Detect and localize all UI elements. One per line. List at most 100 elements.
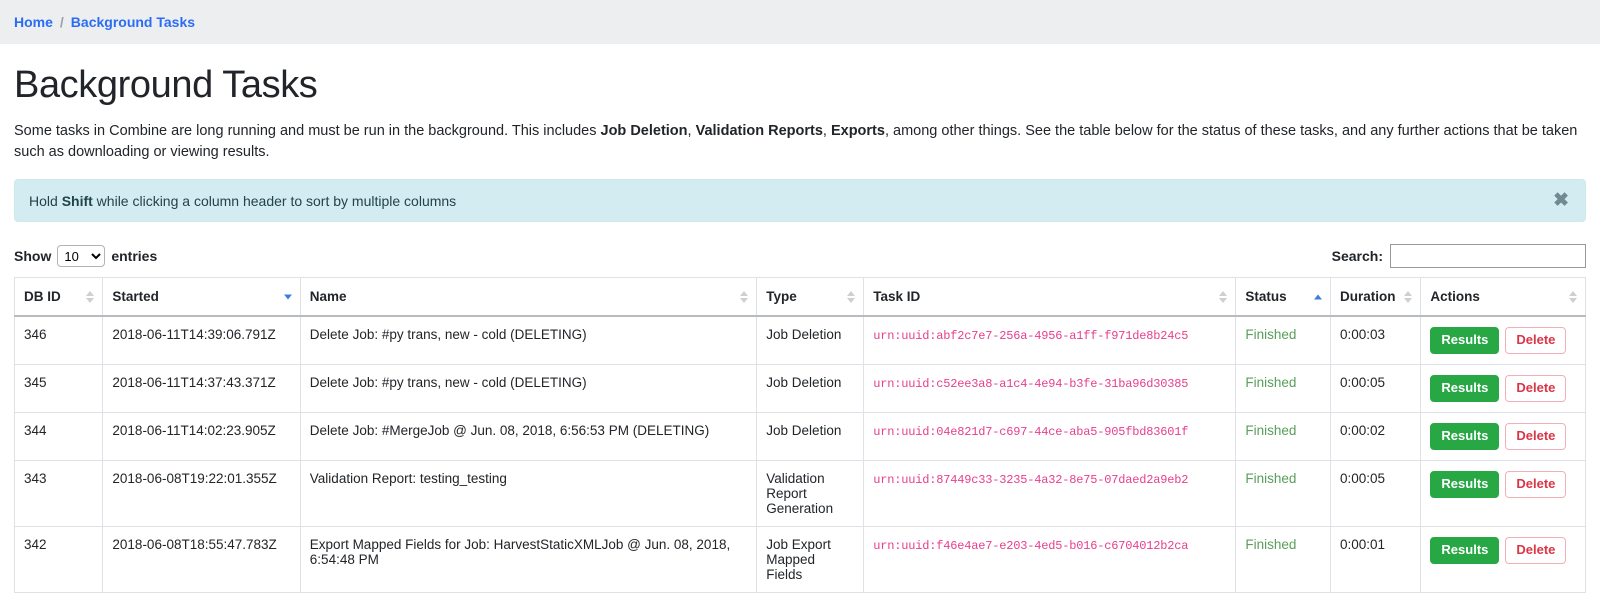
table-row: 346 2018-06-11T14:39:06.791Z Delete Job: #… <box>14 316 1586 365</box>
cell-duration: 0:00:03 <box>1330 316 1422 365</box>
delete-button[interactable]: Delete <box>1505 536 1567 564</box>
column-header-started[interactable]: Started <box>102 277 301 318</box>
sort-none-icon[interactable] <box>740 290 749 303</box>
column-header-label: Duration <box>1339 289 1396 305</box>
column-header-label: Actions <box>1430 289 1480 305</box>
cell-db-id: 344 <box>14 412 104 461</box>
column-header-label: Type <box>766 289 797 305</box>
results-button[interactable]: Results <box>1430 536 1500 564</box>
search-label: Search: <box>1331 248 1383 265</box>
cell-task-id: urn:uuid:c52ee3a8-a1c4-4e94-b3fe-31ba96d… <box>863 364 1237 413</box>
cell-type: Job Deletion <box>756 364 865 413</box>
cell-name: Delete Job: #py trans, new - cold (DELET… <box>300 316 758 365</box>
cell-status: Finished <box>1235 460 1331 527</box>
results-button[interactable]: Results <box>1430 422 1500 450</box>
desc-part-3: , <box>822 123 831 139</box>
breadcrumb-separator: / <box>59 14 64 30</box>
cell-started: 2018-06-08T19:22:01.355Z <box>102 460 301 527</box>
table-row: 342 2018-06-08T18:55:47.783Z Export Mapped… <box>14 526 1586 593</box>
column-header-task-id[interactable]: Task ID <box>863 277 1237 318</box>
cell-status-text: Finished <box>1245 422 1297 438</box>
cell-task-id-text: urn:uuid:abf2c7e7-256a-4956-a1ff-f971de8… <box>873 329 1189 344</box>
cell-started: 2018-06-11T14:37:43.371Z <box>102 364 301 413</box>
column-header-status[interactable]: Status <box>1235 277 1331 318</box>
desc-bold-job-deletion: Job Deletion <box>600 123 688 139</box>
delete-button[interactable]: Delete <box>1505 422 1567 450</box>
cell-task-id-text: urn:uuid:04e821d7-c697-44ce-aba5-905fbd8… <box>873 424 1189 439</box>
cell-status-text: Finished <box>1245 327 1297 343</box>
show-label: Show <box>14 248 52 265</box>
table-header: DB ID Started Name Type Task ID Status Duratio… <box>14 277 1586 318</box>
cell-status: Finished <box>1235 526 1331 593</box>
column-header-label: DB ID <box>24 289 61 305</box>
cell-db-id: 342 <box>14 526 104 593</box>
results-button[interactable]: Results <box>1430 327 1500 354</box>
close-icon[interactable]: ✖ <box>1551 191 1571 210</box>
cell-actions: Results Delete <box>1420 412 1586 461</box>
alert-prefix: Hold <box>29 192 62 209</box>
entries-label: entries <box>111 248 158 265</box>
cell-db-id: 346 <box>14 316 104 365</box>
search-control: Search: <box>1331 244 1586 269</box>
desc-bold-validation-reports: Validation Reports <box>695 123 823 139</box>
sort-ascending-icon[interactable] <box>1313 294 1322 300</box>
delete-button[interactable]: Delete <box>1505 327 1567 354</box>
column-header-label: Task ID <box>873 289 921 305</box>
alert-shift-key: Shift <box>61 192 93 209</box>
cell-actions: Results Delete <box>1420 364 1586 413</box>
cell-task-id: urn:uuid:87449c33-3235-4a32-8e75-07daed2… <box>863 460 1237 527</box>
column-header-db-id[interactable]: DB ID <box>14 277 104 318</box>
delete-button[interactable]: Delete <box>1505 470 1567 498</box>
cell-started: 2018-06-08T18:55:47.783Z <box>102 526 301 593</box>
column-header-type[interactable]: Type <box>756 277 865 318</box>
cell-name: Delete Job: #MergeJob @ Jun. 08, 2018, 6… <box>300 412 758 461</box>
sort-none-icon[interactable] <box>1569 290 1577 303</box>
sort-none-icon[interactable] <box>847 290 856 303</box>
column-header-duration[interactable]: Duration <box>1330 277 1422 318</box>
column-header-name[interactable]: Name <box>300 277 758 318</box>
entries-length-control: Show 102550100 entries <box>14 245 158 268</box>
table-header-row: DB ID Started Name Type Task ID Status Duratio… <box>14 277 1586 318</box>
breadcrumb-link-home[interactable]: Home <box>14 14 53 30</box>
sort-hint-alert: Hold Shift while clicking a column heade… <box>14 179 1586 223</box>
table-row: 343 2018-06-08T19:22:01.355Z Validation Re… <box>14 460 1586 527</box>
cell-status: Finished <box>1235 412 1331 461</box>
cell-duration: 0:00:01 <box>1330 526 1422 593</box>
cell-status-text: Finished <box>1245 536 1297 552</box>
desc-part-1: Some tasks in Combine are long running a… <box>14 123 601 139</box>
sort-descending-icon[interactable] <box>283 294 292 300</box>
sort-none-icon[interactable] <box>1404 290 1413 303</box>
cell-duration: 0:00:05 <box>1330 460 1422 527</box>
breadcrumb-link-background-tasks[interactable]: Background Tasks <box>71 14 195 30</box>
cell-task-id: urn:uuid:abf2c7e7-256a-4956-a1ff-f971de8… <box>863 316 1237 365</box>
sort-hint-text: Hold Shift while clicking a column heade… <box>29 193 456 209</box>
delete-button[interactable]: Delete <box>1505 374 1567 402</box>
cell-status: Finished <box>1235 364 1331 413</box>
sort-none-icon[interactable] <box>1219 290 1228 303</box>
table-row: 345 2018-06-11T14:37:43.371Z Delete Job: #… <box>14 364 1586 413</box>
search-input[interactable] <box>1390 244 1586 269</box>
cell-task-id: urn:uuid:04e821d7-c697-44ce-aba5-905fbd8… <box>863 412 1237 461</box>
table-body: 346 2018-06-11T14:39:06.791Z Delete Job: #… <box>14 316 1586 593</box>
cell-status: Finished <box>1235 316 1331 365</box>
cell-status-text: Finished <box>1245 470 1297 486</box>
cell-type: Job Deletion <box>756 316 865 365</box>
column-header-label: Started <box>112 289 159 305</box>
cell-db-id: 343 <box>14 460 104 527</box>
background-tasks-table: DB ID Started Name Type Task ID Status Duratio… <box>14 277 1586 593</box>
cell-name: Validation Report: testing_testing <box>300 460 758 527</box>
cell-name: Delete Job: #py trans, new - cold (DELET… <box>300 364 758 413</box>
entries-per-page-select[interactable]: 102550100 <box>57 245 106 268</box>
table-row: 344 2018-06-11T14:02:23.905Z Delete Job: #… <box>14 412 1586 461</box>
cell-type: Job Deletion <box>756 412 865 461</box>
breadcrumb: Home / Background Tasks <box>0 0 1600 44</box>
results-button[interactable]: Results <box>1430 470 1500 498</box>
sort-none-icon[interactable] <box>86 290 95 303</box>
column-header-label: Name <box>309 289 347 305</box>
desc-bold-exports: Exports <box>830 123 885 139</box>
cell-task-id: urn:uuid:f46e4ae7-e203-4ed5-b016-c670401… <box>863 526 1237 593</box>
results-button[interactable]: Results <box>1430 374 1500 402</box>
desc-part-2: , <box>687 123 696 139</box>
column-header-actions[interactable]: Actions <box>1420 277 1586 318</box>
alert-suffix: while clicking a column header to sort b… <box>92 192 457 209</box>
